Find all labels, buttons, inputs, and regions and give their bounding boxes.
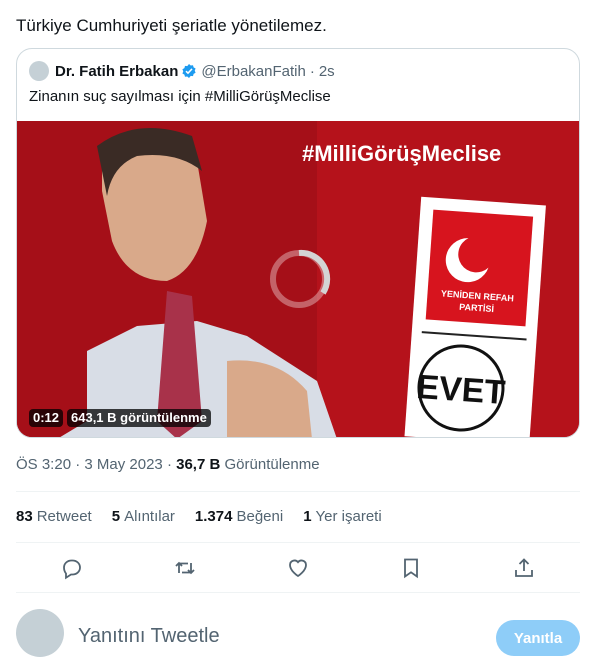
divider [16,542,580,543]
quoted-time[interactable]: 2s [319,63,335,80]
media-hashtag: #MilliGörüşMeclise [302,141,501,166]
retweet-stat[interactable]: 83 Retweet [16,508,92,525]
tweet-meta: ÖS 3:20 · 3 May 2023 · 36,7 B Görüntülen… [16,456,320,473]
share-icon[interactable] [512,556,536,580]
reply-button[interactable]: Yanıtla [496,620,580,656]
separator-dot: · [309,62,315,80]
quoted-author-handle[interactable]: @ErbakanFatih [201,63,305,80]
tweet-text: Türkiye Cumhuriyeti şeriatle yönetilemez… [16,16,327,35]
reply-icon[interactable] [60,556,84,580]
video-player[interactable]: #MilliGörüşMeclise YENİDEN REFAH PARTİSİ… [17,121,579,437]
reply-composer: Yanıtını Tweetle Yanıtla [16,609,580,657]
retweet-icon[interactable] [173,556,197,580]
tweet-stats: 83 Retweet 5 Alıntılar 1.374 Beğeni 1 Yer iş… [16,508,382,525]
tweet-date[interactable]: 3 May 2023 [84,456,162,473]
quoted-tweet[interactable]: Dr. Fatih Erbakan @ErbakanFatih · 2s Zin… [16,48,580,438]
bookmark-icon[interactable] [399,556,423,580]
quoted-avatar[interactable] [29,61,49,81]
likes-stat[interactable]: 1.374 Beğeni [195,508,283,525]
action-bar [16,556,580,580]
quoted-author-name[interactable]: Dr. Fatih Erbakan [55,63,178,80]
quotes-stat[interactable]: 5 Alıntılar [112,508,175,525]
like-icon[interactable] [286,556,310,580]
divider [16,491,580,492]
tweet-time[interactable]: ÖS 3:20 [16,456,71,473]
reply-input[interactable]: Yanıtını Tweetle [78,625,220,648]
views-count: 36,7 B [176,456,221,473]
separator-dot: · [75,456,81,473]
user-avatar[interactable] [16,609,64,657]
video-duration: 0:12 [29,409,64,427]
separator-dot: · [166,456,172,473]
ballot-yes-text: EVET [415,368,506,412]
views-label: Görüntülenme [224,456,320,473]
verified-badge-icon [181,63,197,79]
bookmarks-stat[interactable]: 1 Yer işareti [303,508,382,525]
divider [16,592,580,593]
quoted-tweet-text: Zinanın suç sayılması için #MilliGörüşMe… [29,88,331,105]
video-views: 643,1 B görüntülenme [67,409,211,427]
quoted-tweet-header: Dr. Fatih Erbakan @ErbakanFatih · 2s [29,61,335,81]
